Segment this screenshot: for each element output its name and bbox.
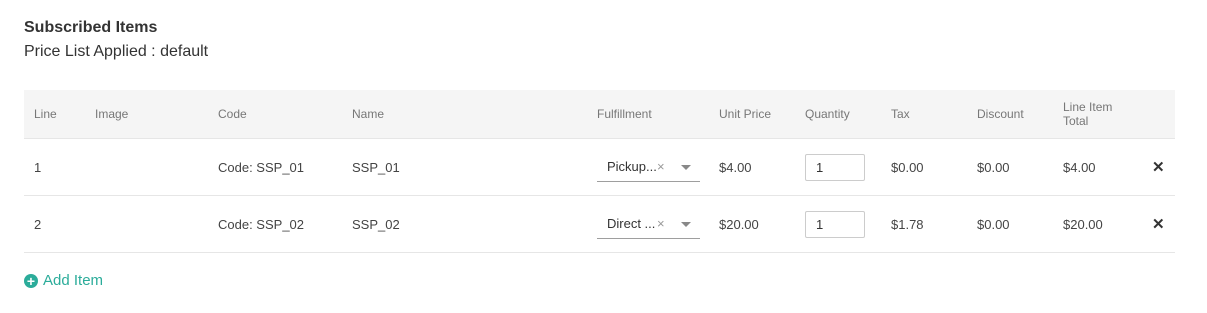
- items-table: Line Image Code Name Fulfillment Unit Pr…: [24, 90, 1175, 253]
- cell-line-total: $20.00: [1063, 216, 1103, 232]
- cell-remove: ✕: [1152, 139, 1165, 195]
- header-line-item-total: Line Item Total: [1063, 100, 1113, 128]
- header-code: Code: [218, 107, 247, 121]
- fulfillment-select[interactable]: Direct ... ×: [597, 209, 700, 239]
- cell-name: SSP_01: [352, 159, 400, 175]
- add-item-button[interactable]: + Add Item: [24, 272, 103, 289]
- cell-unit-price: $20.00: [719, 216, 759, 232]
- cell-discount: $0.00: [977, 159, 1010, 175]
- table-row: 1 Code: SSP_01 SSP_01 Pickup... × $4.00 …: [24, 139, 1175, 196]
- cell-tax: $1.78: [891, 216, 924, 232]
- cell-code: Code: SSP_02: [218, 216, 305, 232]
- cell-fulfillment: Pickup... ×: [597, 139, 700, 195]
- clear-icon[interactable]: ×: [657, 159, 665, 175]
- header-unit-price: Unit Price: [719, 107, 772, 121]
- cell-discount: $0.00: [977, 216, 1010, 232]
- cell-fulfillment: Direct ... ×: [597, 196, 700, 252]
- header-quantity: Quantity: [805, 107, 850, 121]
- header-fulfillment: Fulfillment: [597, 107, 652, 121]
- cell-remove: ✕: [1152, 196, 1165, 252]
- cell-line: 1: [34, 159, 42, 175]
- clear-icon[interactable]: ×: [657, 216, 665, 232]
- price-list-label: Price List Applied : default: [24, 43, 209, 60]
- plus-circle-icon: +: [24, 273, 38, 288]
- quantity-input[interactable]: [805, 210, 865, 238]
- add-item-label: Add Item: [43, 272, 104, 289]
- cell-code: Code: SSP_01: [218, 159, 305, 175]
- header-tax: Tax: [891, 107, 910, 121]
- cell-line-total: $4.00: [1063, 159, 1096, 175]
- fulfillment-value: Pickup...: [607, 159, 657, 174]
- cell-line: 2: [34, 216, 42, 232]
- header-discount: Discount: [977, 107, 1024, 121]
- cell-tax: $0.00: [891, 159, 924, 175]
- cell-quantity: [805, 196, 865, 252]
- cell-quantity: [805, 139, 865, 195]
- remove-item-icon[interactable]: ✕: [1152, 158, 1165, 176]
- cell-name: SSP_02: [352, 216, 400, 232]
- header-line: Line: [34, 107, 57, 121]
- quantity-input[interactable]: [805, 153, 865, 181]
- table-header: Line Image Code Name Fulfillment Unit Pr…: [24, 90, 1175, 139]
- header-name: Name: [352, 107, 385, 121]
- table-row: 2 Code: SSP_02 SSP_02 Direct ... × $20.0…: [24, 196, 1175, 253]
- header-image: Image: [95, 107, 129, 121]
- section-title: Subscribed Items: [24, 19, 158, 36]
- cell-unit-price: $4.00: [719, 159, 752, 175]
- fulfillment-value: Direct ...: [607, 216, 656, 231]
- caret-down-icon[interactable]: [681, 165, 691, 170]
- remove-item-icon[interactable]: ✕: [1152, 215, 1165, 233]
- caret-down-icon[interactable]: [681, 222, 691, 227]
- fulfillment-select[interactable]: Pickup... ×: [597, 152, 700, 182]
- subscribed-items-panel: Subscribed Items Price List Applied : de…: [0, 0, 1207, 313]
